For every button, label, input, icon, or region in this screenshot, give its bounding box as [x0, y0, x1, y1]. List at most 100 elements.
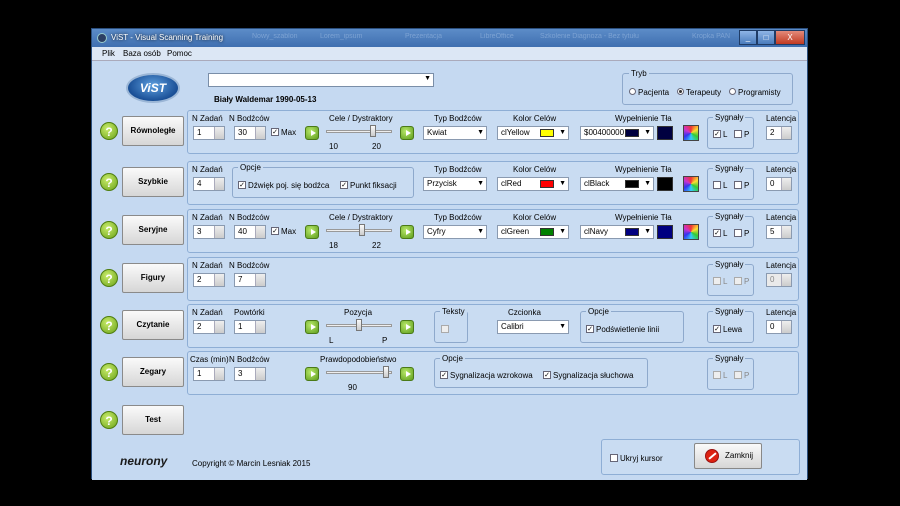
latencja-spinner[interactable]: 0 [766, 177, 792, 191]
zegary-button[interactable]: Zegary [122, 357, 184, 387]
background-color-box[interactable] [657, 126, 673, 140]
wypelnienie-select[interactable]: clNavy ▼ [580, 225, 654, 239]
slider-increase-button[interactable] [400, 225, 414, 239]
n-bodzcow-spinner[interactable]: 30 [234, 126, 266, 140]
app-icon [97, 33, 107, 43]
seryjne-button[interactable]: Seryjne [122, 215, 184, 245]
dzwiek-checkbox[interactable]: ✓ Dźwięk poj. się bodźca [238, 180, 329, 190]
background-color-box[interactable] [657, 177, 673, 191]
slider-thumb[interactable] [359, 224, 365, 236]
max-checkbox[interactable]: ✓ Max [271, 226, 296, 236]
sygnal-l-checkbox[interactable]: L [713, 180, 727, 190]
help-icon[interactable]: ? [100, 316, 118, 334]
slider-decrease-button[interactable] [305, 320, 319, 334]
kolor-select[interactable]: clGreen ▼ [497, 225, 569, 239]
mode-pacjenta-radio[interactable]: Pacjenta [629, 88, 669, 97]
sygnal-p-checkbox[interactable]: P [734, 370, 749, 380]
pozycja-slider[interactable] [326, 319, 392, 331]
n-bodzcow-label: N Bodźców [229, 213, 270, 222]
sygnal-l-checkbox[interactable]: L [713, 370, 727, 380]
slider-increase-button[interactable] [400, 367, 414, 381]
patient-select[interactable]: ▼ [208, 73, 434, 87]
prawdopodobienstwo-slider[interactable] [326, 366, 392, 378]
slider-thumb[interactable] [356, 319, 362, 331]
latencja-label: Latencja [766, 165, 797, 174]
cele-slider[interactable] [326, 125, 392, 137]
slider-thumb[interactable] [370, 125, 376, 137]
minimize-button[interactable]: _ [739, 30, 757, 45]
teksty-checkbox[interactable] [441, 324, 451, 334]
slider-decrease-button[interactable] [305, 126, 319, 140]
podswietlenie-checkbox[interactable]: ✓ Podświetlenie linii [586, 324, 659, 334]
pozycja-label: Pozycja [344, 308, 373, 317]
czas-spinner[interactable]: 1 [193, 367, 225, 381]
wypelnienie-select[interactable]: clBlack ▼ [580, 177, 654, 191]
zamknij-button[interactable]: Zamknij [694, 443, 762, 469]
help-icon[interactable]: ? [100, 122, 118, 140]
rownolegle-button[interactable]: Równoległe [122, 116, 184, 146]
background-color-box[interactable] [657, 225, 673, 239]
help-icon[interactable]: ? [100, 363, 118, 381]
slider-thumb[interactable] [383, 366, 389, 378]
menu-baza-osob[interactable]: Baza osób [123, 49, 161, 58]
n-zadan-spinner[interactable]: 2 [193, 320, 225, 334]
sygnal-l-checkbox[interactable]: ✓ L [713, 228, 727, 238]
typ-select[interactable]: Przycisk ▼ [423, 177, 487, 191]
palette-icon[interactable] [683, 125, 699, 141]
help-icon[interactable]: ? [100, 269, 118, 287]
czytanie-button[interactable]: Czytanie [122, 310, 184, 340]
latencja-spinner[interactable]: 5 [766, 225, 792, 239]
n-zadan-spinner[interactable]: 1 [193, 126, 225, 140]
cele-slider[interactable] [326, 224, 392, 236]
close-window-button[interactable]: X [775, 30, 805, 45]
help-icon[interactable]: ? [100, 173, 118, 191]
slider-decrease-button[interactable] [305, 225, 319, 239]
punkt-fiksacji-checkbox[interactable]: ✓ Punkt fiksacji [340, 180, 397, 190]
n-zadan-spinner[interactable]: 3 [193, 225, 225, 239]
n-zadan-spinner[interactable]: 2 [193, 273, 225, 287]
palette-icon[interactable] [683, 224, 699, 240]
menu-pomoc[interactable]: Pomoc [167, 49, 192, 58]
kolor-select[interactable]: clRed ▼ [497, 177, 569, 191]
sluchowa-checkbox[interactable]: ✓ Sygnalizacja słuchowa [543, 370, 634, 380]
n-zadan-spinner[interactable]: 4 [193, 177, 225, 191]
sygnal-l-checkbox[interactable]: ✓ L [713, 129, 727, 139]
latencja-spinner[interactable]: 0 [766, 273, 792, 287]
maximize-button[interactable]: □ [757, 30, 775, 45]
help-icon[interactable]: ? [100, 411, 118, 429]
max-checkbox[interactable]: ✓ Max [271, 127, 296, 137]
slider-increase-button[interactable] [400, 126, 414, 140]
help-icon[interactable]: ? [100, 221, 118, 239]
chevron-down-icon: ▼ [477, 129, 484, 136]
latencja-spinner[interactable]: 0 [766, 320, 792, 334]
sygnal-l-checkbox[interactable]: L [713, 276, 727, 286]
sygnal-p-checkbox[interactable]: P [734, 228, 749, 238]
wypelnienie-select[interactable]: $00400000 ▼ [580, 126, 654, 140]
n-bodzcow-spinner[interactable]: 7 [234, 273, 266, 287]
lewa-checkbox[interactable]: ✓ Lewa [713, 324, 742, 334]
szybkie-button[interactable]: Szybkie [122, 167, 184, 197]
mode-programisty-radio[interactable]: Programisty [729, 88, 781, 97]
sygnal-p-checkbox[interactable]: P [734, 180, 749, 190]
czcionka-select[interactable]: Calibri ▼ [497, 320, 569, 334]
kolor-select[interactable]: clYellow ▼ [497, 126, 569, 140]
sygnal-p-checkbox[interactable]: P [734, 129, 749, 139]
test-button[interactable]: Test [122, 405, 184, 435]
slider-increase-button[interactable] [400, 320, 414, 334]
mode-terapeuty-radio[interactable]: Terapeuty [677, 88, 721, 97]
powtorki-spinner[interactable]: 1 [234, 320, 266, 334]
n-bodzcow-spinner[interactable]: 40 [234, 225, 266, 239]
wzrokowa-checkbox[interactable]: ✓ Sygnalizacja wzrokowa [440, 370, 533, 380]
latencja-spinner[interactable]: 2 [766, 126, 792, 140]
typ-select[interactable]: Kwiat ▼ [423, 126, 487, 140]
ukryj-kursor-checkbox[interactable]: Ukryj kursor [610, 453, 663, 463]
n-bodzcow-spinner[interactable]: 3 [234, 367, 266, 381]
sygnal-p-checkbox[interactable]: P [734, 276, 749, 286]
slider-decrease-button[interactable] [305, 367, 319, 381]
palette-icon[interactable] [683, 176, 699, 192]
sygnaly-group: Sygnały ✓ Lewa [707, 307, 754, 343]
typ-select[interactable]: Cyfry ▼ [423, 225, 487, 239]
figury-button[interactable]: Figury [122, 263, 184, 293]
menu-plik[interactable]: Plik [102, 49, 115, 58]
title-bar[interactable]: ViST - Visual Scanning Training Nowy_sza… [92, 29, 807, 47]
